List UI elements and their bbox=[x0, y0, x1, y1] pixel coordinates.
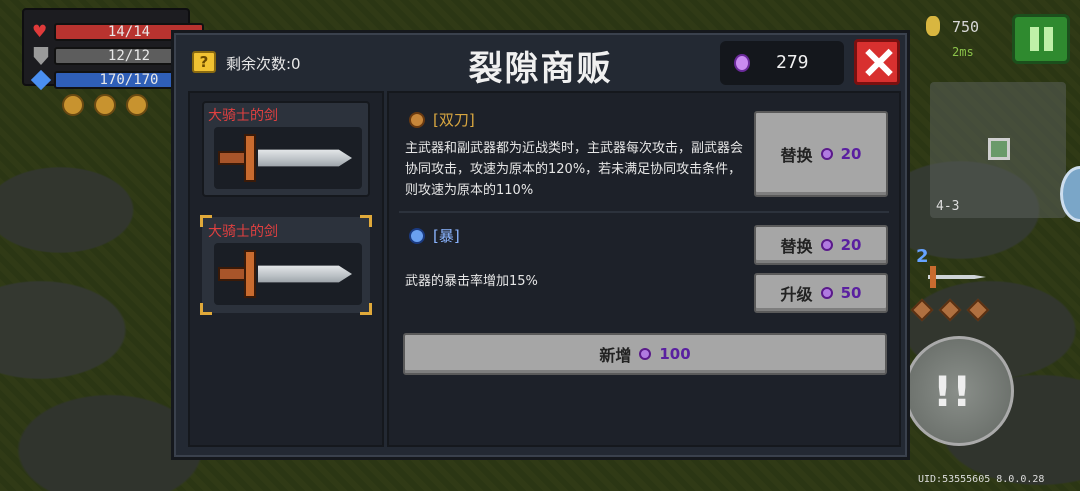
crit-icon bbox=[409, 227, 425, 244]
heart-icon: ♥ bbox=[32, 22, 48, 42]
weapon-image bbox=[214, 243, 362, 305]
dual-blade-icon bbox=[409, 111, 425, 128]
weapon-list: 大骑士的剑 大骑士的剑 bbox=[188, 91, 402, 447]
sword-icon bbox=[928, 275, 986, 279]
selection-corner bbox=[200, 303, 212, 315]
selection-corner bbox=[360, 303, 372, 315]
upgrade-button[interactable]: 升级 50 bbox=[754, 273, 888, 313]
replace-label: 替换 bbox=[780, 146, 813, 165]
level-indicator: 4-3 bbox=[936, 199, 960, 214]
buff-icon[interactable] bbox=[94, 94, 116, 116]
weapon-gems bbox=[910, 298, 990, 322]
add-cost: 100 bbox=[659, 345, 691, 363]
crystal-icon bbox=[820, 287, 833, 299]
sword-grip bbox=[218, 267, 246, 281]
replace-button[interactable]: 替换 20 bbox=[754, 111, 888, 197]
weapon-slot-number: 2 bbox=[916, 246, 929, 267]
pause-button[interactable] bbox=[1012, 14, 1070, 64]
sword-guard bbox=[244, 250, 256, 298]
attack-icon: !! bbox=[933, 367, 972, 416]
sword-guard bbox=[244, 134, 256, 182]
trait-label: [双刀] bbox=[433, 111, 475, 129]
replace-cost: 20 bbox=[840, 145, 862, 163]
add-trait-button[interactable]: 新增 100 bbox=[403, 333, 887, 375]
player-stats-panel: ♥ 14/14 12/12 170/170 bbox=[22, 8, 204, 91]
buff-icon[interactable] bbox=[126, 94, 148, 116]
network-ping: 2ms bbox=[952, 45, 974, 59]
sword-icon bbox=[258, 265, 352, 283]
divider bbox=[399, 211, 889, 213]
weapon-image bbox=[214, 127, 362, 189]
upgrade-label: 升级 bbox=[780, 285, 813, 304]
trait-description: 武器的暴击率增加15% bbox=[405, 274, 538, 289]
crystal-icon bbox=[734, 54, 750, 72]
selection-corner bbox=[360, 215, 372, 227]
sword-grip bbox=[218, 151, 246, 165]
replace-cost: 20 bbox=[840, 236, 862, 254]
crystal-balance: 279 bbox=[720, 41, 844, 85]
shield-icon bbox=[33, 47, 49, 65]
attack-button[interactable]: !! bbox=[904, 336, 1014, 446]
replace-button[interactable]: 替换 20 bbox=[754, 225, 888, 265]
trait-panel: [双刀] 主武器和副武器都为近战类时，主武器每次攻击，副武器会协同攻击，攻速为原… bbox=[387, 91, 901, 447]
upgrade-cost: 50 bbox=[840, 284, 862, 302]
close-button[interactable] bbox=[854, 39, 900, 85]
sword-icon bbox=[258, 149, 352, 167]
weapon-card[interactable]: 大骑士的剑 bbox=[202, 101, 370, 197]
trait-label: [暴] bbox=[433, 227, 460, 245]
weapon-name: 大骑士的剑 bbox=[208, 108, 278, 124]
coin-count: 750 bbox=[952, 18, 980, 36]
uid-version: UID:53555605 8.0.0.28 bbox=[918, 474, 1045, 485]
trait-tag: [暴] bbox=[409, 225, 460, 246]
weapon-switch-slot[interactable]: 2 bbox=[912, 246, 992, 296]
weapon-name: 大骑士的剑 bbox=[208, 224, 278, 240]
minimap[interactable]: 4-3 bbox=[930, 82, 1066, 218]
crystal-icon bbox=[639, 348, 652, 360]
gem-icon bbox=[966, 298, 990, 322]
coin-icon bbox=[926, 16, 940, 36]
weapon-card-selected[interactable]: 大骑士的剑 bbox=[200, 215, 372, 315]
crystal-icon bbox=[820, 239, 833, 251]
replace-label: 替换 bbox=[780, 237, 813, 256]
buff-list bbox=[62, 94, 148, 116]
gem-icon bbox=[910, 298, 934, 322]
add-label: 新增 bbox=[599, 346, 632, 365]
trait-description: 主武器和副武器都为近战类时，主武器每次攻击，副武器会协同攻击，攻速为原本的120… bbox=[405, 141, 744, 198]
trait-tag: [双刀] bbox=[409, 109, 475, 130]
rift-merchant-dialog: ? 剩余次数:0 裂隙商贩 279 大骑士的剑 大骑士的剑 [双刀] 主武器和副… bbox=[171, 30, 910, 460]
crystal-count: 279 bbox=[776, 52, 809, 73]
sword-guard-icon bbox=[930, 266, 936, 288]
current-room-marker bbox=[988, 138, 1010, 160]
buff-icon[interactable] bbox=[62, 94, 84, 116]
crystal-icon bbox=[820, 148, 833, 160]
gem-icon bbox=[938, 298, 962, 322]
